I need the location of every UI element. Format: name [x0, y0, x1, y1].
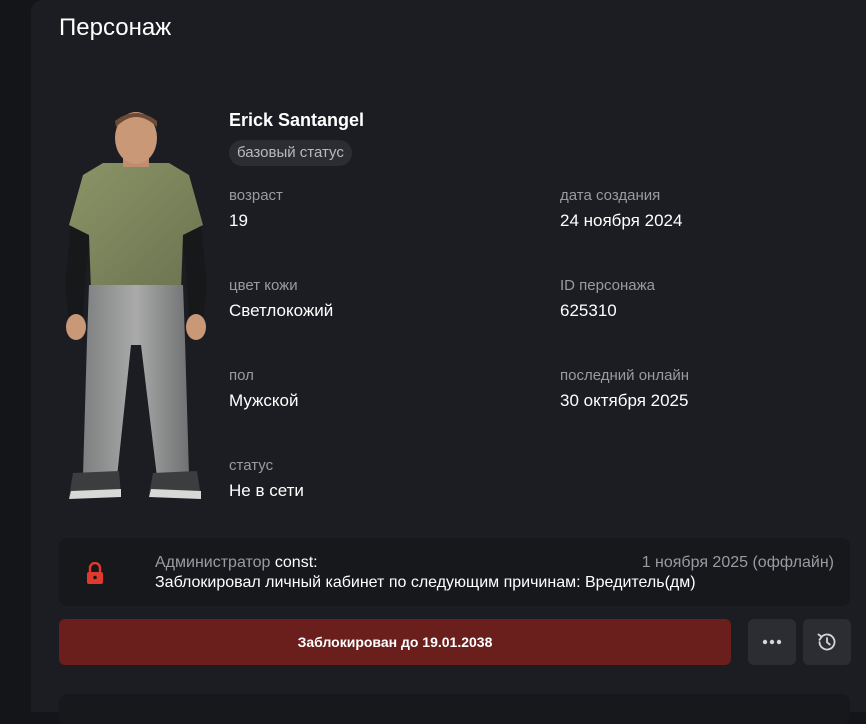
- panel-title: Персонаж: [59, 14, 172, 41]
- ban-notice: Администратор const: 1 ноября 2025 (оффл…: [59, 538, 850, 606]
- status-badge: базовый статус: [229, 140, 352, 166]
- character-name: Erick Santangel: [229, 110, 365, 130]
- field-age-label: возраст: [229, 187, 283, 204]
- field-skin-label: цвет кожи: [229, 277, 298, 294]
- field-id: ID персонажа 625310: [560, 276, 655, 321]
- field-gender-label: пол: [229, 367, 254, 384]
- character-avatar: [65, 112, 207, 499]
- history-clock-icon: [817, 633, 836, 651]
- field-last-online: последний онлайн 30 октября 2025: [560, 366, 689, 411]
- field-status-label: статус: [229, 457, 274, 474]
- blocked-until-button[interactable]: Заблокирован до 19.01.2038: [59, 619, 731, 665]
- field-id-label: ID персонажа: [560, 277, 655, 294]
- ban-date: 1 ноября 2025 (оффлайн): [641, 554, 834, 571]
- field-status: статус Не в сети: [229, 456, 304, 501]
- field-gender-value: Мужской: [229, 391, 299, 410]
- field-last-online-value: 30 октября 2025: [560, 391, 689, 410]
- field-status-value: Не в сети: [229, 481, 304, 500]
- more-dots-icon: [762, 639, 782, 645]
- character-panel: Персонаж Erick Santangel базовый статус …: [31, 0, 866, 724]
- field-age: возраст 19: [229, 186, 283, 231]
- ban-reason: Заблокировал личный кабинет по следующим…: [155, 574, 696, 591]
- field-id-value: 625310: [560, 301, 617, 320]
- field-created-value: 24 ноября 2024: [560, 211, 683, 230]
- field-created: дата создания 24 ноября 2024: [560, 186, 682, 231]
- next-section-card: [59, 694, 850, 724]
- field-created-label: дата создания: [560, 187, 661, 204]
- field-last-online-label: последний онлайн: [560, 367, 690, 384]
- lock-icon: [87, 562, 103, 584]
- field-skin: цвет кожи Светлокожий: [229, 276, 333, 321]
- ban-admin: Администратор const:: [155, 554, 318, 572]
- history-button[interactable]: [803, 619, 851, 665]
- ban-admin-name: const:: [274, 554, 318, 571]
- field-age-value: 19: [229, 211, 248, 230]
- more-button[interactable]: [748, 619, 796, 665]
- ban-admin-prefix: Администратор: [155, 554, 271, 571]
- field-skin-value: Светлокожий: [229, 301, 334, 320]
- field-gender: пол Мужской: [229, 366, 299, 411]
